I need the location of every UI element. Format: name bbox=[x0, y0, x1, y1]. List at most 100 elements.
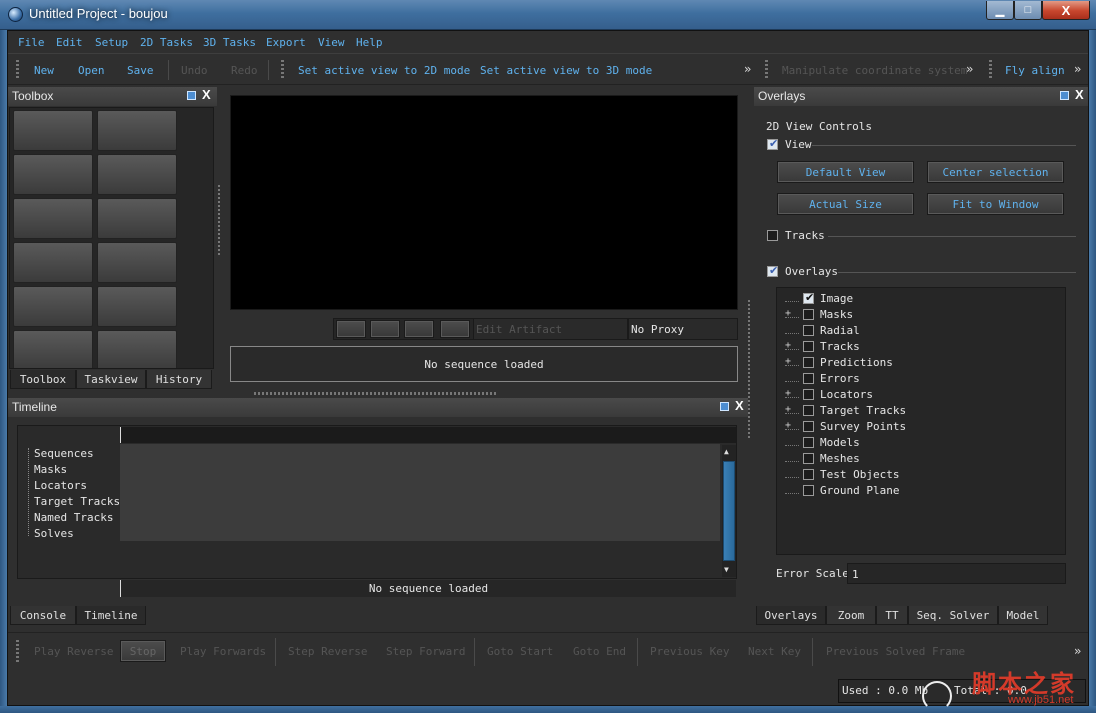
overlay-tree-item[interactable]: + Predictions bbox=[785, 354, 1055, 370]
overlay-checkbox[interactable] bbox=[803, 324, 814, 336]
tool-button[interactable] bbox=[13, 154, 93, 195]
expand-icon[interactable]: + bbox=[785, 405, 799, 415]
tab-console[interactable]: Console bbox=[10, 606, 76, 625]
timeline-tracks[interactable] bbox=[120, 444, 720, 541]
tool-button[interactable] bbox=[97, 110, 177, 151]
save-button[interactable]: Save bbox=[127, 64, 154, 77]
tool-button[interactable] bbox=[13, 286, 93, 327]
expand-icon[interactable]: + bbox=[785, 357, 799, 367]
goto-start-button[interactable]: Goto Start bbox=[487, 645, 553, 658]
overlay-tree-item[interactable]: Models bbox=[785, 434, 1055, 450]
float-panel-icon[interactable] bbox=[1060, 91, 1069, 100]
new-button[interactable]: New bbox=[34, 64, 54, 77]
tool-button[interactable] bbox=[97, 198, 177, 239]
overlay-tree-item[interactable]: + Tracks bbox=[785, 338, 1055, 354]
overlay-checkbox[interactable] bbox=[803, 436, 814, 448]
overlay-tree-item[interactable]: + Target Tracks bbox=[785, 402, 1055, 418]
tab-taskview[interactable]: Taskview bbox=[76, 370, 146, 389]
overlay-tree-item[interactable]: ✔ Image bbox=[785, 290, 1055, 306]
tool-button[interactable] bbox=[13, 242, 93, 283]
overlay-tree-item[interactable]: + Survey Points bbox=[785, 418, 1055, 434]
view-checkbox[interactable]: ✔ bbox=[767, 137, 778, 150]
tool-button[interactable] bbox=[97, 286, 177, 327]
toolbar-overflow-button[interactable]: » bbox=[1074, 644, 1081, 658]
overlay-checkbox[interactable] bbox=[803, 420, 814, 432]
timeline-item-sequences[interactable]: Sequences bbox=[34, 447, 94, 463]
float-panel-icon[interactable] bbox=[187, 91, 196, 100]
toolbar-grip[interactable] bbox=[765, 60, 768, 80]
toolbar-grip[interactable] bbox=[16, 640, 19, 664]
timeline-item-locators[interactable]: Locators bbox=[34, 479, 87, 495]
toolbar-overflow-button[interactable]: » bbox=[744, 62, 751, 76]
overlay-checkbox[interactable] bbox=[803, 340, 814, 352]
overlays-checkbox[interactable]: ✔ bbox=[767, 264, 778, 277]
overlay-checkbox[interactable] bbox=[803, 372, 814, 384]
tool-button[interactable] bbox=[13, 110, 93, 151]
viewer-control-button[interactable] bbox=[404, 320, 434, 338]
tool-button[interactable] bbox=[13, 198, 93, 239]
center-selection-button[interactable]: Center selection bbox=[927, 161, 1064, 183]
toolbar-grip[interactable] bbox=[281, 60, 284, 80]
tab-model[interactable]: Model bbox=[998, 606, 1048, 625]
tracks-checkbox[interactable] bbox=[767, 230, 778, 241]
timeline-item-target-tracks[interactable]: Target Tracks bbox=[34, 495, 120, 511]
step-forward-button[interactable]: Step Forward bbox=[386, 645, 465, 658]
expand-icon[interactable]: + bbox=[785, 421, 799, 431]
scrollbar-thumb[interactable] bbox=[723, 461, 735, 561]
close-panel-icon[interactable]: X bbox=[1075, 87, 1084, 102]
tab-tt[interactable]: TT bbox=[876, 606, 908, 625]
menu-help[interactable]: Help bbox=[356, 36, 383, 49]
proxy-select[interactable]: No Proxy bbox=[628, 318, 738, 340]
play-forwards-button[interactable]: Play Forwards bbox=[180, 645, 266, 658]
overlay-checkbox[interactable] bbox=[803, 388, 814, 400]
overlay-checkbox[interactable] bbox=[803, 484, 814, 496]
overlay-checkbox[interactable] bbox=[803, 468, 814, 480]
timeline-ruler[interactable] bbox=[120, 427, 736, 443]
tool-button[interactable] bbox=[13, 330, 93, 368]
tab-timeline[interactable]: Timeline bbox=[76, 606, 146, 625]
open-button[interactable]: Open bbox=[78, 64, 105, 77]
overlay-checkbox[interactable] bbox=[803, 308, 814, 320]
tab-history[interactable]: History bbox=[146, 370, 212, 389]
close-panel-icon[interactable]: X bbox=[735, 398, 744, 413]
menu-file[interactable]: File bbox=[18, 36, 45, 49]
actual-size-button[interactable]: Actual Size bbox=[777, 193, 914, 215]
fly-align-button[interactable]: Fly align bbox=[1005, 64, 1065, 77]
fit-to-window-button[interactable]: Fit to Window bbox=[927, 193, 1064, 215]
overlay-checkbox[interactable] bbox=[803, 452, 814, 464]
menu-2d-tasks[interactable]: 2D Tasks bbox=[140, 36, 193, 49]
timeline-item-named-tracks[interactable]: Named Tracks bbox=[34, 511, 113, 527]
splitter-handle[interactable] bbox=[218, 185, 220, 255]
overlay-checkbox[interactable] bbox=[803, 356, 814, 368]
overlay-tree-item[interactable]: Test Objects bbox=[785, 466, 1055, 482]
menu-setup[interactable]: Setup bbox=[95, 36, 128, 49]
default-view-button[interactable]: Default View bbox=[777, 161, 914, 183]
overlay-tree-item[interactable]: Meshes bbox=[785, 450, 1055, 466]
expand-icon[interactable]: + bbox=[785, 389, 799, 399]
tool-button[interactable] bbox=[97, 330, 177, 368]
undo-button[interactable]: Undo bbox=[181, 64, 208, 77]
overlay-checkbox[interactable]: ✔ bbox=[803, 291, 814, 304]
float-panel-icon[interactable] bbox=[720, 402, 729, 411]
edit-artifact-field[interactable]: Edit Artifact bbox=[473, 318, 628, 340]
minimize-button[interactable]: ▁ bbox=[986, 1, 1014, 20]
viewer-control-button[interactable] bbox=[336, 320, 366, 338]
stop-button[interactable]: Stop bbox=[120, 640, 166, 662]
overlay-checkbox[interactable] bbox=[803, 404, 814, 416]
menu-export[interactable]: Export bbox=[266, 36, 306, 49]
timeline-item-masks[interactable]: Masks bbox=[34, 463, 67, 479]
set-2d-mode-button[interactable]: Set active view to 2D mode bbox=[298, 64, 470, 77]
tab-zoom[interactable]: Zoom bbox=[826, 606, 876, 625]
tab-overlays[interactable]: Overlays bbox=[756, 606, 826, 625]
redo-button[interactable]: Redo bbox=[231, 64, 258, 77]
viewport[interactable] bbox=[230, 95, 738, 310]
expand-icon[interactable]: + bbox=[785, 341, 799, 351]
menu-edit[interactable]: Edit bbox=[56, 36, 83, 49]
tab-seq-solver[interactable]: Seq. Solver bbox=[908, 606, 998, 625]
close-button[interactable]: X bbox=[1042, 1, 1090, 20]
toolbar-overflow-button[interactable]: » bbox=[966, 62, 973, 76]
manipulate-coordinate-system-button[interactable]: Manipulate coordinate system bbox=[782, 64, 967, 77]
timeline-item-solves[interactable]: Solves bbox=[34, 527, 74, 543]
error-scale-input[interactable]: 1 bbox=[847, 563, 1066, 584]
next-key-button[interactable]: Next Key bbox=[748, 645, 801, 658]
